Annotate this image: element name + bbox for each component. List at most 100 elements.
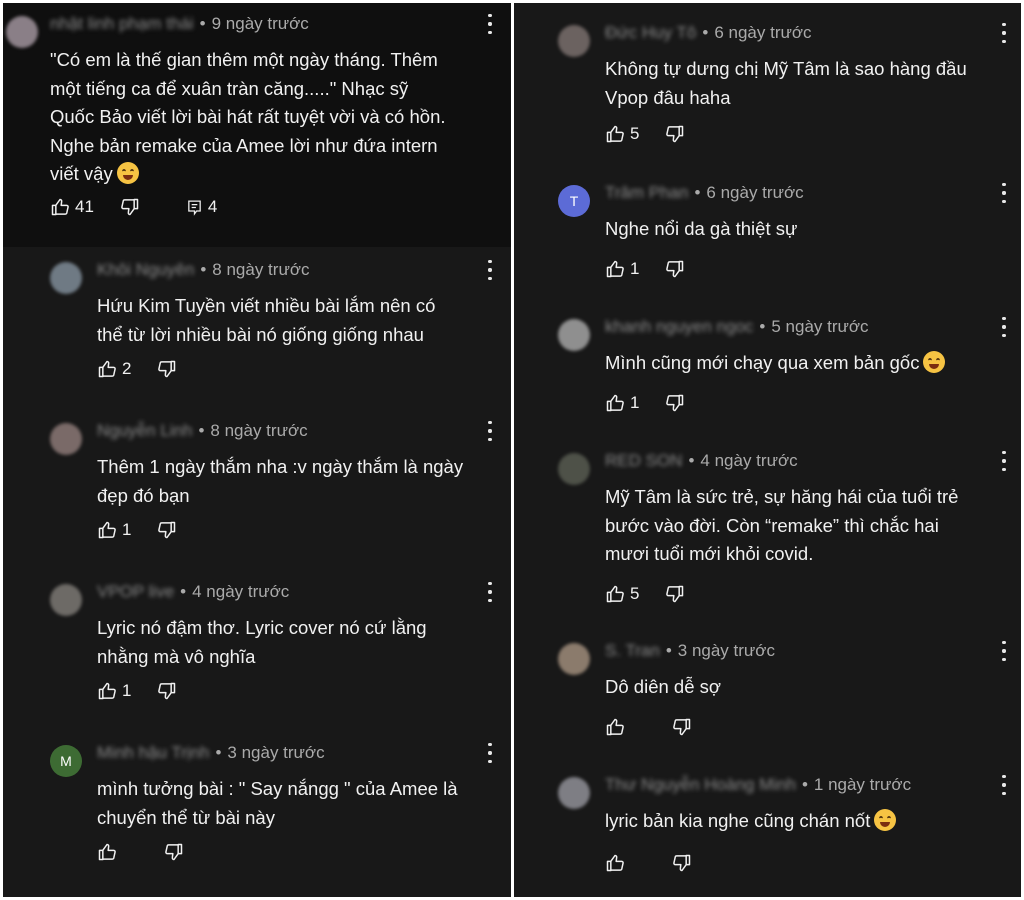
comment-line: Dô diên dễ sợ (605, 676, 722, 697)
comment-item: S. Tran • 3 ngày trước Dô diên dễ sợ (514, 621, 1021, 755)
comment-author[interactable]: RED SON (605, 451, 682, 470)
avatar[interactable] (50, 584, 82, 616)
like-button[interactable] (605, 717, 630, 737)
comment-line-wrap: lyric bản kia nghe cũng chán nốt (605, 807, 897, 836)
comment-time[interactable]: 8 ngày trước (212, 260, 309, 279)
like-button[interactable]: 5 (605, 584, 639, 604)
like-button[interactable]: 1 (605, 259, 639, 279)
comment-author[interactable]: nhật linh phạm thái (50, 14, 194, 33)
more-options-icon[interactable] (487, 743, 493, 763)
like-button[interactable]: 1 (605, 393, 639, 413)
dislike-button[interactable] (120, 197, 140, 217)
comment-line-wrap: Mình cũng mới chạy qua xem bản gốc (605, 349, 946, 378)
avatar[interactable] (558, 643, 590, 675)
like-button[interactable]: 1 (97, 520, 131, 540)
comment-line: Quốc Bảo viết lời bài hát rất tuyệt vời … (50, 106, 446, 127)
comment-item: nhật linh phạm thái • 9 ngày trước "Có em l… (3, 3, 511, 247)
comment-text: Nghe nổi da gà thiệt sự (605, 215, 797, 244)
more-options-icon[interactable] (487, 582, 493, 602)
more-options-icon[interactable] (1001, 317, 1007, 337)
comment-text: Dô diên dễ sợ (605, 673, 721, 702)
comment-text: Lyric nó đậm thơ. Lyric cover nó cứ lằng… (97, 614, 427, 671)
avatar[interactable] (558, 777, 590, 809)
comment-meta: Thư Nguyễn Hoàng Minh • 1 ngày trước (605, 775, 911, 795)
comment-time[interactable]: 5 ngày trước (771, 317, 868, 336)
dislike-button[interactable] (164, 842, 184, 862)
dislike-button[interactable] (665, 393, 685, 413)
comment-author[interactable]: khanh nguyen ngoc (605, 317, 753, 336)
thumbs-down-icon (666, 394, 684, 412)
yawn-emoji (874, 809, 897, 831)
comment-time[interactable]: 4 ngày trước (700, 451, 797, 470)
meta-separator: • (199, 14, 206, 33)
more-options-icon[interactable] (1001, 23, 1007, 43)
dislike-button[interactable] (665, 584, 685, 604)
avatar[interactable]: M (50, 745, 82, 777)
more-options-icon[interactable] (1001, 451, 1007, 471)
dislike-button[interactable] (665, 124, 685, 144)
more-options-icon[interactable] (487, 14, 493, 34)
dislike-button[interactable] (157, 520, 177, 540)
replies-button[interactable]: 4 (186, 197, 217, 217)
dislike-button[interactable] (157, 681, 177, 701)
thumbs-down-icon (158, 360, 176, 378)
meta-separator: • (759, 317, 766, 336)
comment-author[interactable]: Khôi Nguyên (97, 260, 194, 279)
comment-time[interactable]: 1 ngày trước (814, 775, 911, 794)
comment-line: chuyển thể từ bài này (97, 806, 275, 828)
comment-time[interactable]: 3 ngày trước (678, 641, 775, 660)
comment-time[interactable]: 6 ngày trước (706, 183, 803, 202)
avatar[interactable] (558, 453, 590, 485)
comment-actions: 1 (605, 259, 685, 279)
avatar[interactable] (6, 16, 38, 48)
comment-meta: Đức Huy Tô • 6 ngày trước (605, 23, 812, 43)
more-options-icon[interactable] (487, 260, 493, 280)
comment-line: Nghe nổi da gà thiệt sự (605, 218, 798, 239)
comment-line: Hứu Kim Tuyền viết nhiều bài lắm nên có (97, 295, 436, 316)
avatar[interactable] (50, 262, 82, 294)
comment-author[interactable]: Nguyễn Linh (97, 421, 192, 440)
thumbs-up-icon (51, 198, 69, 216)
avatar[interactable] (558, 25, 590, 57)
comment-author[interactable]: Đức Huy Tô (605, 23, 696, 42)
comment-time[interactable]: 6 ngày trước (714, 23, 811, 42)
comment-author[interactable]: VPOP live (97, 582, 174, 601)
like-button[interactable]: 1 (97, 681, 131, 701)
dislike-button[interactable] (672, 853, 692, 873)
comment-time[interactable]: 9 ngày trước (212, 14, 309, 33)
comment-line: Không tự dưng chị Mỹ Tâm là sao hàng đầu (605, 58, 967, 79)
like-button[interactable]: 2 (97, 359, 131, 379)
thumbs-up-icon (98, 682, 116, 700)
sweat-smile-emoji (116, 162, 139, 184)
thumbs-up-icon (98, 843, 116, 861)
comment-time[interactable]: 8 ngày trước (210, 421, 307, 440)
more-options-icon[interactable] (1001, 641, 1007, 661)
comment-author[interactable]: Trâm Phan (605, 183, 688, 202)
more-options-icon[interactable] (1001, 183, 1007, 203)
avatar[interactable]: T (558, 185, 590, 217)
like-button[interactable]: 41 (50, 197, 94, 217)
dislike-button[interactable] (665, 259, 685, 279)
avatar[interactable] (50, 423, 82, 455)
dislike-button[interactable] (157, 359, 177, 379)
more-options-icon[interactable] (1001, 775, 1007, 795)
avatar[interactable] (558, 319, 590, 351)
like-count: 1 (630, 393, 640, 412)
comment-item: Khôi Nguyên • 8 ngày trước Hứu Kim Tuyền vi… (3, 247, 511, 408)
like-button[interactable] (605, 853, 630, 873)
comment-author[interactable]: Minh hậu Trịnh (97, 743, 209, 762)
comment-line: một tiếng ca để xuân tràn căng....." Nhạ… (50, 77, 409, 99)
comment-actions: 1 (97, 681, 177, 701)
comment-time[interactable]: 4 ngày trước (192, 582, 289, 601)
comment-line: "Có em là thế gian thêm một ngày tháng. … (50, 49, 438, 70)
comment-meta: Khôi Nguyên • 8 ngày trước (97, 260, 309, 280)
thumbs-up-icon (98, 521, 116, 539)
like-button[interactable] (97, 842, 122, 862)
comment-author[interactable]: Thư Nguyễn Hoàng Minh (605, 775, 796, 794)
comment-author[interactable]: S. Tran (605, 641, 660, 660)
more-options-icon[interactable] (487, 421, 493, 441)
comment-time[interactable]: 3 ngày trước (227, 743, 324, 762)
comment-line: đẹp đó bạn (97, 484, 190, 506)
dislike-button[interactable] (672, 717, 692, 737)
like-button[interactable]: 5 (605, 124, 639, 144)
